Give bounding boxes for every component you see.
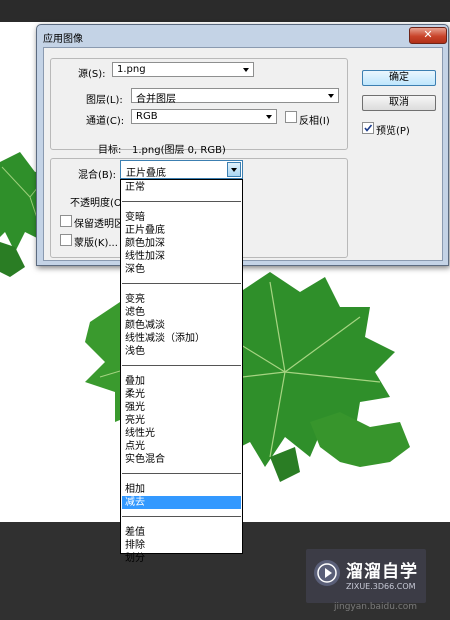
watermark-domain: ZIXUE.3D66.COM xyxy=(346,582,416,591)
blend-mode-option[interactable]: 浅色 xyxy=(122,345,241,358)
chevron-down-icon xyxy=(328,94,334,98)
chevron-down-icon xyxy=(266,115,272,119)
layer-label: 图层(L): xyxy=(86,95,123,106)
cancel-button[interactable]: 取消 xyxy=(362,95,436,111)
invert-label: 反相(I) xyxy=(299,116,330,127)
blend-mode-dropdown: 正常变暗 正片叠底 颜色加深 线性加深 深色变亮 滤色 颜色减淡 线性减淡（添加） 浅色叠加 柔光… xyxy=(120,179,243,564)
close-icon: ✕ xyxy=(423,28,433,41)
play-logo-icon xyxy=(314,560,340,586)
mask-checkbox[interactable] xyxy=(60,234,72,246)
layer-select[interactable]: 合并图层 xyxy=(131,88,339,105)
preserve-transparency-label: 保留透明区 xyxy=(74,219,124,230)
channel-value: RGB xyxy=(136,111,158,122)
title-bar[interactable]: 应用图像 ✕ xyxy=(37,25,448,47)
blend-mode-option[interactable]: 相加 xyxy=(122,483,241,496)
blend-mode-option[interactable]: 深色 xyxy=(122,263,241,276)
blend-mode-option[interactable]: 正常 xyxy=(122,181,241,194)
source-label: 源(S): xyxy=(78,69,106,80)
blend-mode-option[interactable]: 颜色加深 xyxy=(122,237,241,250)
menu-separator xyxy=(122,473,241,474)
source-select[interactable]: 1.png xyxy=(112,62,254,77)
source-value: 1.png xyxy=(117,64,146,75)
blend-mode-option[interactable]: 变暗 xyxy=(122,211,241,224)
blend-mode-option[interactable]: 变亮 xyxy=(122,293,241,306)
layer-value: 合并图层 xyxy=(136,94,176,105)
menu-separator xyxy=(122,283,241,284)
blending-select[interactable]: 正片叠底 xyxy=(120,160,243,179)
blend-mode-option[interactable]: 叠加 xyxy=(122,375,241,388)
preview-checkbox[interactable] xyxy=(362,122,374,134)
blend-mode-option[interactable]: 线性减淡（添加） xyxy=(122,332,241,345)
blend-mode-option[interactable]: 点光 xyxy=(122,440,241,453)
watermark-brand: 溜溜自学 xyxy=(346,562,418,582)
watermark-badge: 溜溜自学 ZIXUE.3D66.COM xyxy=(306,549,426,603)
chevron-down-icon xyxy=(231,168,237,172)
chevron-down-icon xyxy=(243,68,249,72)
blend-mode-option[interactable]: 划分 xyxy=(122,552,241,565)
menu-separator xyxy=(122,201,241,202)
blend-mode-option[interactable]: 柔光 xyxy=(122,388,241,401)
blend-mode-option[interactable]: 差值 xyxy=(122,526,241,539)
dialog-client: 源(S): 1.png 图层(L): 合并图层 通道(C): RGB 反相(I)… xyxy=(43,47,443,261)
target-value: 1.png(图层 0, RGB) xyxy=(132,145,226,156)
blend-mode-option[interactable]: 线性加深 xyxy=(122,250,241,263)
blend-mode-option[interactable]: 强光 xyxy=(122,401,241,414)
menu-separator xyxy=(122,516,241,517)
blend-mode-option[interactable]: 排除 xyxy=(122,539,241,552)
menu-separator xyxy=(122,365,241,366)
opacity-label: 不透明度(O) xyxy=(70,198,126,209)
site-watermark: jingyan.baidu.com xyxy=(334,602,418,612)
preview-label: 预览(P) xyxy=(376,126,410,137)
channel-label: 通道(C): xyxy=(86,116,125,127)
close-button[interactable]: ✕ xyxy=(409,27,447,44)
dropdown-button[interactable] xyxy=(227,162,241,177)
blend-mode-option[interactable]: 亮光 xyxy=(122,414,241,427)
dialog-title: 应用图像 xyxy=(43,34,83,45)
checkmark-icon xyxy=(364,124,373,132)
blend-mode-option[interactable]: 减去 xyxy=(122,496,241,509)
target-label: 目标: xyxy=(98,145,122,156)
blend-mode-option[interactable]: 颜色减淡 xyxy=(122,319,241,332)
ok-button[interactable]: 确定 xyxy=(362,70,436,86)
blend-mode-option[interactable]: 实色混合 xyxy=(122,453,241,466)
blend-mode-option[interactable]: 线性光 xyxy=(122,427,241,440)
blend-mode-option[interactable]: 滤色 xyxy=(122,306,241,319)
blending-value: 正片叠底 xyxy=(126,168,166,179)
channel-select[interactable]: RGB xyxy=(131,109,277,124)
blend-mode-option[interactable]: 正片叠底 xyxy=(122,224,241,237)
invert-checkbox[interactable] xyxy=(285,111,297,123)
mask-label: 蒙版(K)... xyxy=(74,238,118,249)
preserve-transparency-checkbox[interactable] xyxy=(60,215,72,227)
blending-label: 混合(B): xyxy=(78,170,117,181)
